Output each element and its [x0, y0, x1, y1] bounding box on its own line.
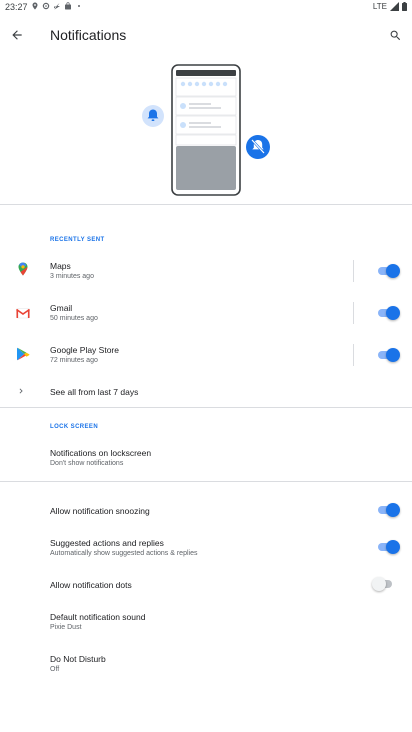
sync-icon — [42, 2, 50, 10]
play-store-app-icon — [17, 347, 30, 361]
app-time: 72 minutes ago — [50, 357, 98, 364]
section-header-lock-screen: LOCK SCREEN — [50, 424, 99, 430]
notification-dots-row[interactable]: Allow notification dots — [0, 570, 412, 600]
do-not-disturb-value: Off — [50, 666, 60, 673]
page-title: Notifications — [50, 27, 127, 43]
app-name: Maps — [50, 261, 71, 271]
app-row-play-store[interactable]: Google Play Store 72 minutes ago — [0, 336, 412, 374]
status-right: LTE — [373, 2, 407, 11]
network-type: LTE — [372, 2, 387, 11]
do-not-disturb-row[interactable]: Do Not Disturb Off — [0, 648, 412, 680]
divider — [0, 407, 412, 408]
suggested-actions-row[interactable]: Suggested actions and replies Automatica… — [0, 532, 412, 562]
lockscreen-notifications-title: Notifications on lockscreen — [50, 448, 152, 458]
do-not-disturb-label: Do Not Disturb — [50, 654, 106, 664]
muted-badge — [246, 135, 270, 159]
search-button[interactable] — [383, 23, 407, 47]
see-all-link: See all from last 7 days — [50, 387, 139, 397]
snoozing-row[interactable]: Allow notification snoozing — [0, 496, 412, 526]
app-name: Google Play Store — [50, 345, 119, 355]
divider — [0, 481, 412, 482]
signal-icon — [390, 2, 399, 11]
arrow-back-icon — [12, 30, 22, 40]
default-sound-value: Pixie Dust — [50, 624, 82, 631]
shopping-bag-icon — [65, 2, 71, 10]
vertical-divider — [353, 302, 354, 324]
app-time: 3 minutes ago — [50, 273, 94, 280]
default-sound-row[interactable]: Default notification sound Pixie Dust — [0, 606, 412, 638]
app-bar: Notifications — [0, 14, 412, 56]
gmail-app-icon — [16, 308, 30, 319]
divider — [0, 204, 412, 205]
gmail-notification-toggle[interactable] — [376, 306, 400, 320]
app-time: 50 minutes ago — [50, 315, 98, 322]
maps-notification-toggle[interactable] — [376, 264, 400, 278]
app-name: Gmail — [50, 303, 73, 313]
notification-dots-label: Allow notification dots — [50, 580, 132, 590]
snoozing-label: Allow notification snoozing — [50, 506, 150, 516]
suggested-actions-label: Suggested actions and replies — [50, 538, 164, 548]
battery-icon — [402, 2, 407, 11]
notifications-illustration — [0, 56, 412, 206]
back-button[interactable] — [5, 23, 29, 47]
lockscreen-notifications-value: Don't show notifications — [50, 460, 124, 467]
see-all-row[interactable]: See all from last 7 days — [0, 378, 412, 406]
maps-app-icon — [18, 262, 28, 276]
status-bar: 23:27 LTE — [0, 0, 412, 14]
maps-pin-icon — [32, 2, 38, 10]
suggested-actions-sub: Automatically show suggested actions & r… — [50, 550, 198, 557]
vertical-divider — [353, 260, 354, 282]
suggested-actions-toggle[interactable] — [376, 540, 400, 554]
vertical-divider — [353, 344, 354, 366]
search-icon — [390, 30, 400, 40]
play-store-notification-toggle[interactable] — [376, 348, 400, 362]
section-header-recently-sent: RECENTLY SENT — [50, 237, 105, 243]
dot-icon — [78, 5, 80, 7]
notification-dots-toggle[interactable] — [372, 577, 394, 591]
screen: 23:27 LTE Notifications RECENTLY SENT Ma… — [0, 0, 412, 732]
app-row-gmail[interactable]: Gmail 50 minutes ago — [0, 294, 412, 332]
alarm-bell-badge — [142, 105, 164, 127]
status-time: 23:27 — [5, 2, 28, 12]
app-row-maps[interactable]: Maps 3 minutes ago — [0, 252, 412, 290]
snoozing-toggle[interactable] — [376, 503, 400, 517]
bolt-icon — [54, 3, 60, 10]
default-sound-label: Default notification sound — [50, 612, 146, 622]
phone-illustration — [171, 64, 241, 196]
status-notification-icons — [31, 2, 83, 10]
lockscreen-notifications-row[interactable]: Notifications on lockscreen Don't show n… — [0, 440, 412, 476]
chevron-right-icon — [19, 388, 23, 394]
